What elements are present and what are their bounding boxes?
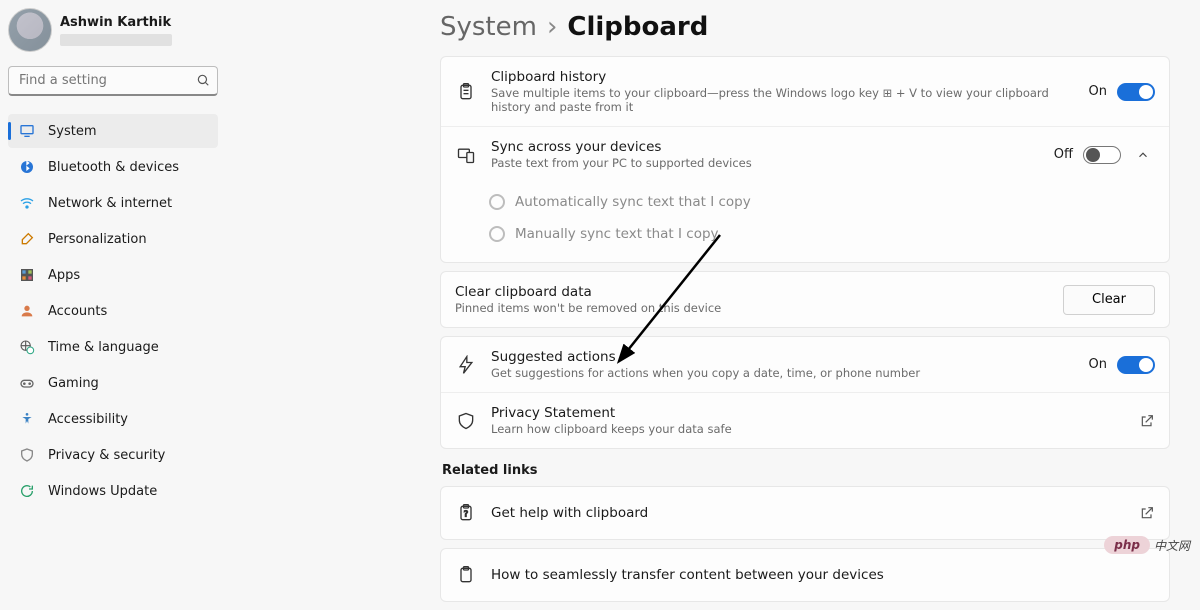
bluetooth-icon	[18, 158, 36, 176]
sidebar-item-label: Accounts	[48, 304, 107, 319]
watermark-logo: php	[1104, 536, 1150, 554]
gamepad-icon	[18, 374, 36, 392]
radio-icon	[489, 226, 505, 242]
setting-suggested-actions[interactable]: Suggested actions Get suggestions for ac…	[441, 337, 1169, 392]
globe-clock-icon	[18, 338, 36, 356]
sidebar-item-accounts[interactable]: Accounts	[8, 294, 218, 328]
sync-options: Automatically sync text that I copy Manu…	[441, 182, 1169, 262]
sync-toggle[interactable]	[1083, 146, 1121, 164]
user-email-redacted	[60, 34, 172, 46]
apps-icon	[18, 266, 36, 284]
shield-outline-icon	[455, 410, 477, 432]
link-label: How to seamlessly transfer content betwe…	[491, 567, 1155, 583]
setting-title: Suggested actions	[491, 349, 1089, 365]
settings-group: Clear clipboard data Pinned items won't …	[440, 271, 1170, 328]
related-howto-transfer[interactable]: How to seamlessly transfer content betwe…	[441, 549, 1169, 601]
sidebar-item-label: System	[48, 124, 96, 139]
sidebar-item-system[interactable]: System	[8, 114, 218, 148]
sidebar-item-windows-update[interactable]: Windows Update	[8, 474, 218, 508]
sidebar-item-label: Personalization	[48, 232, 147, 247]
setting-title: Clear clipboard data	[455, 284, 1063, 300]
sidebar-item-label: Time & language	[48, 340, 159, 355]
avatar	[8, 8, 52, 52]
sidebar-item-personalization[interactable]: Personalization	[8, 222, 218, 256]
setting-subtitle: Get suggestions for actions when you cop…	[491, 366, 1089, 380]
settings-group: Clipboard history Save multiple items to…	[440, 56, 1170, 263]
sidebar-item-label: Network & internet	[48, 196, 172, 211]
system-icon	[18, 122, 36, 140]
toggle-state-label: On	[1089, 357, 1107, 372]
setting-sync-devices[interactable]: Sync across your devices Paste text from…	[441, 126, 1169, 182]
svg-text:?: ?	[464, 508, 468, 518]
related-get-help[interactable]: ? Get help with clipboard	[441, 487, 1169, 539]
settings-group: Suggested actions Get suggestions for ac…	[440, 336, 1170, 449]
clear-button[interactable]: Clear	[1063, 285, 1155, 315]
chevron-right-icon: ›	[547, 12, 557, 42]
setting-subtitle: Paste text from your PC to supported dev…	[491, 156, 1054, 170]
chevron-up-icon[interactable]	[1131, 143, 1155, 167]
toggle-state-label: Off	[1054, 147, 1073, 162]
radio-label: Automatically sync text that I copy	[515, 194, 751, 210]
update-icon	[18, 482, 36, 500]
sidebar-item-privacy[interactable]: Privacy & security	[8, 438, 218, 472]
suggested-actions-toggle[interactable]	[1117, 356, 1155, 374]
setting-title: Clipboard history	[491, 69, 1089, 85]
sidebar-item-bluetooth[interactable]: Bluetooth & devices	[8, 150, 218, 184]
search-icon	[196, 73, 210, 87]
breadcrumb-root[interactable]: System	[440, 12, 537, 42]
watermark: php 中文网	[1104, 536, 1190, 554]
related-link-card: How to seamlessly transfer content betwe…	[440, 548, 1170, 602]
link-label: Get help with clipboard	[491, 505, 1139, 521]
sidebar-nav: System Bluetooth & devices Network & int…	[8, 114, 218, 508]
sidebar-item-label: Windows Update	[48, 484, 157, 499]
sidebar-item-apps[interactable]: Apps	[8, 258, 218, 292]
search-field[interactable]	[8, 66, 218, 96]
setting-privacy-statement[interactable]: Privacy Statement Learn how clipboard ke…	[441, 392, 1169, 448]
sidebar-item-label: Bluetooth & devices	[48, 160, 179, 175]
external-link-icon	[1139, 413, 1155, 429]
sidebar-item-label: Privacy & security	[48, 448, 165, 463]
setting-subtitle: Learn how clipboard keeps your data safe	[491, 422, 1139, 436]
sync-option-auto[interactable]: Automatically sync text that I copy	[489, 186, 1155, 218]
paintbrush-icon	[18, 230, 36, 248]
search-input[interactable]	[8, 66, 218, 96]
user-header[interactable]: Ashwin Karthik	[8, 8, 218, 52]
shield-icon	[18, 446, 36, 464]
watermark-text: 中文网	[1154, 537, 1190, 554]
setting-subtitle: Pinned items won't be removed on this de…	[455, 301, 1063, 315]
setting-subtitle: Save multiple items to your clipboard—pr…	[491, 86, 1089, 114]
sidebar-item-accessibility[interactable]: Accessibility	[8, 402, 218, 436]
setting-clipboard-history[interactable]: Clipboard history Save multiple items to…	[441, 57, 1169, 126]
setting-clear-data: Clear clipboard data Pinned items won't …	[441, 272, 1169, 327]
wifi-icon	[18, 194, 36, 212]
setting-title: Privacy Statement	[491, 405, 1139, 421]
toggle-state-label: On	[1089, 84, 1107, 99]
related-link-card: ? Get help with clipboard	[440, 486, 1170, 540]
clipboard-history-toggle[interactable]	[1117, 83, 1155, 101]
radio-icon	[489, 194, 505, 210]
radio-label: Manually sync text that I copy	[515, 226, 719, 242]
sidebar-item-label: Gaming	[48, 376, 99, 391]
sidebar-item-gaming[interactable]: Gaming	[8, 366, 218, 400]
accessibility-icon	[18, 410, 36, 428]
breadcrumb-current: Clipboard	[567, 12, 708, 42]
clipboard-icon	[455, 81, 477, 103]
help-clipboard-icon: ?	[455, 502, 477, 524]
lightning-icon	[455, 354, 477, 376]
sidebar-item-network[interactable]: Network & internet	[8, 186, 218, 220]
clipboard-outline-icon	[455, 564, 477, 586]
breadcrumb: System › Clipboard	[440, 12, 1170, 42]
sync-option-manual[interactable]: Manually sync text that I copy	[489, 218, 1155, 250]
setting-title: Sync across your devices	[491, 139, 1054, 155]
related-links-header: Related links	[442, 463, 1170, 478]
person-icon	[18, 302, 36, 320]
sidebar-item-label: Accessibility	[48, 412, 128, 427]
sync-icon	[455, 144, 477, 166]
sidebar-item-time-language[interactable]: Time & language	[8, 330, 218, 364]
user-name: Ashwin Karthik	[60, 15, 172, 30]
external-link-icon	[1139, 505, 1155, 521]
sidebar-item-label: Apps	[48, 268, 80, 283]
